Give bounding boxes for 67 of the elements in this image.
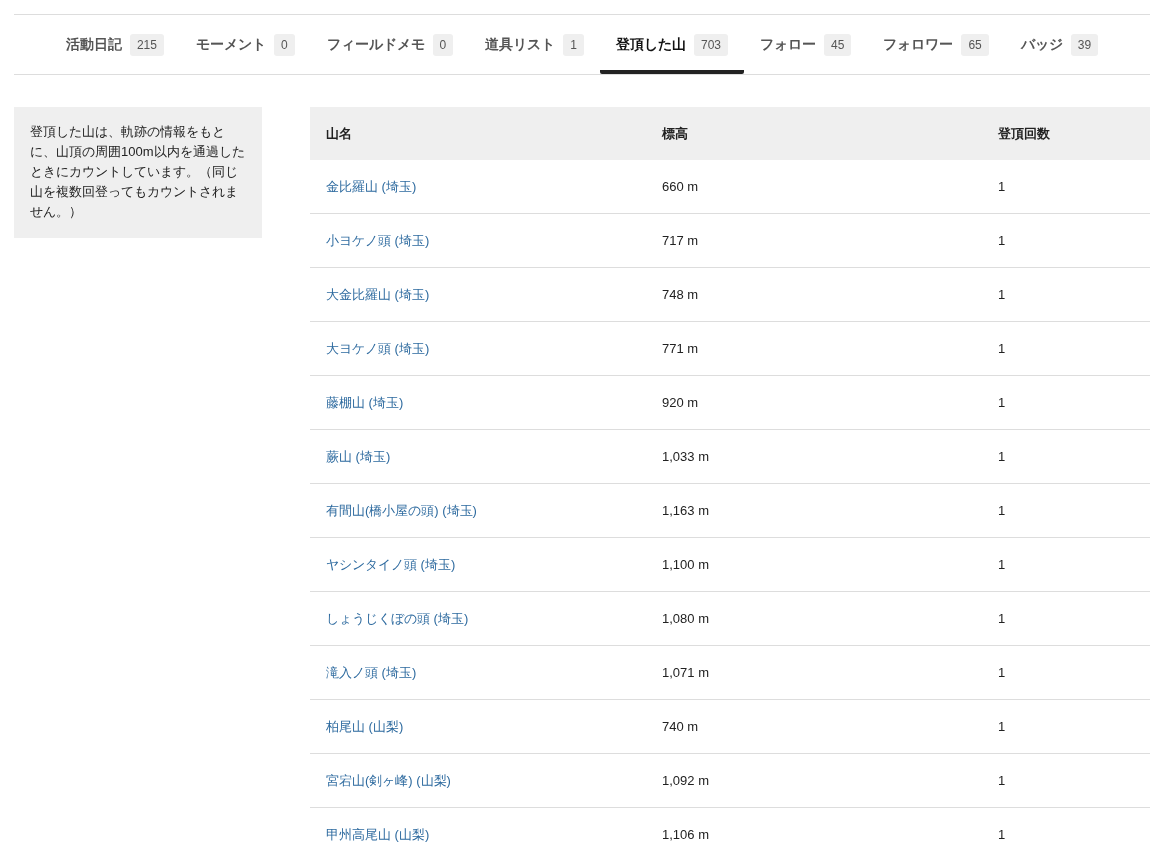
table-cell: 1,092 m [646,753,982,808]
mountain-link[interactable]: 有間山(橋小屋の頭) (埼玉) [326,502,477,518]
tab-label: フォロー [760,35,816,54]
table-cell: 1 [982,213,1150,268]
count-badge: 0 [432,33,454,56]
table-cell: 1 [982,753,1150,808]
tab[interactable]: 活動日記 215 [49,15,180,74]
tab-label: モーメント [195,35,266,54]
column-header: 登頂回数 [982,107,1150,160]
tab-label: 活動日記 [65,35,122,54]
mountain-link[interactable]: 柏尾山 (山梨) [326,718,404,734]
table-cell: 1 [982,807,1150,853]
mountain-link[interactable]: ヤシンタイノ頭 (埼玉) [326,556,456,572]
table-cell: 1,106 m [646,807,982,853]
table-cell: 660 m [646,160,982,214]
tab[interactable]: 登頂した山 703 [600,15,744,74]
info-note: 登頂した山は、軌跡の情報をもとに、山頂の周囲100m以内を通過したときにカウントしています。（同じ山を複数回登ってもカウントされません。） [14,107,262,238]
mountain-link[interactable]: 蕨山 (埼玉) [326,448,391,464]
table-cell: 771 m [646,321,982,376]
count-badge: 0 [273,33,295,56]
tab[interactable]: フォロワー 65 [867,15,1005,74]
tab[interactable]: フォロー 45 [744,15,868,74]
mountain-link[interactable]: 金比羅山 (埼玉) [326,178,417,194]
count-badge: 45 [824,33,852,56]
mountain-link[interactable]: 小ヨケノ頭 (埼玉) [326,232,430,248]
count-badge: 65 [961,33,989,56]
tab-label: 道具リスト [485,35,556,54]
count-badge: 1 [563,33,584,56]
table-cell: 1 [982,645,1150,700]
tab[interactable]: バッジ 39 [1004,15,1115,74]
tab[interactable]: モーメント 0 [179,15,311,74]
table-cell: 1,033 m [646,429,982,484]
mountain-link[interactable]: 滝入ノ頭 (埼玉) [326,664,417,680]
mountain-link[interactable]: 甲州高尾山 (山梨) [326,826,430,842]
table-cell: 1 [982,267,1150,322]
tab[interactable]: 道具リスト 1 [469,15,600,74]
table-cell: 1 [982,483,1150,538]
table-cell: 717 m [646,213,982,268]
tab-label: フィールドメモ [326,35,425,54]
table-cell: 1,163 m [646,483,982,538]
tab-label: バッジ [1020,35,1063,54]
table-cell: 748 m [646,267,982,322]
tab[interactable]: フィールドメモ 0 [310,15,470,74]
table-cell: 1 [982,375,1150,430]
column-header: 山名 [310,107,646,160]
tab-label: フォロワー [883,35,954,54]
mountain-link[interactable]: 大金比羅山 (埼玉) [326,286,430,302]
table-cell: 920 m [646,375,982,430]
table-cell: 1,071 m [646,645,982,700]
count-badge: 39 [1070,33,1099,56]
table-cell: 1 [982,699,1150,754]
mountain-link[interactable]: 藤棚山 (埼玉) [326,394,404,410]
table-cell: 1,100 m [646,537,982,592]
tab-label: 登頂した山 [616,35,686,54]
table-cell: 1 [982,429,1150,484]
table-cell: 740 m [646,699,982,754]
table-cell: 1 [982,160,1150,214]
mountain-link[interactable]: 宮宕山(剣ヶ峰) (山梨) [326,772,451,788]
mountain-link[interactable]: しょうじくぼの頭 (埼玉) [326,610,469,626]
table-cell: 1,080 m [646,591,982,646]
count-badge: 215 [129,33,164,56]
table-cell: 1 [982,537,1150,592]
table-cell: 1 [982,321,1150,376]
column-header: 標高 [646,107,982,160]
mountain-link[interactable]: 大ヨケノ頭 (埼玉) [326,340,430,356]
count-badge: 703 [694,33,728,56]
table-cell: 1 [982,591,1150,646]
